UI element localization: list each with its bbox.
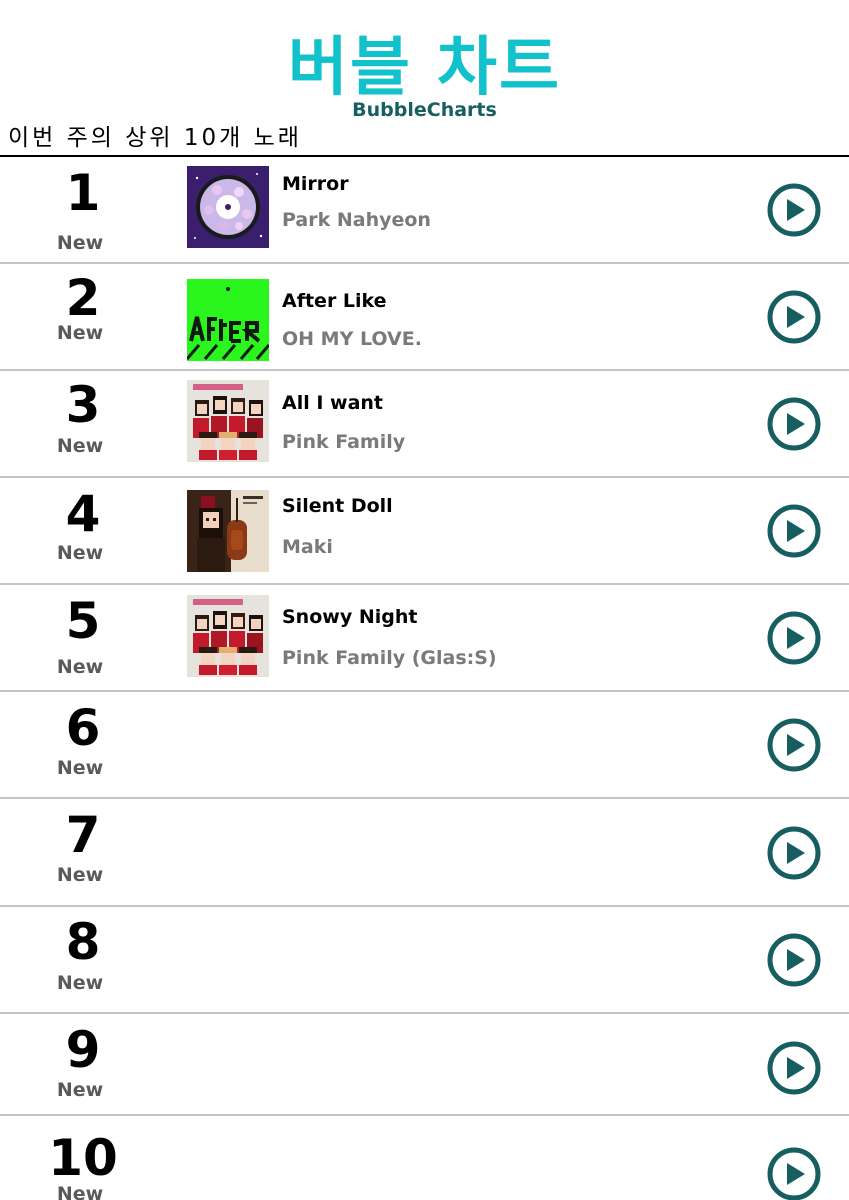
new-badge: New [56,656,104,678]
song-title[interactable]: After Like [282,289,387,313]
chart-row[interactable]: 10 New [0,1116,849,1200]
new-badge: New [56,322,104,344]
chart-row[interactable]: 8 New [0,907,849,1014]
record-disc-art [187,166,269,248]
play-button[interactable] [766,825,822,881]
play-circle-icon [767,504,821,558]
rank-number: 5 [65,592,101,650]
chart-row[interactable]: 5 New Snowy Night Pink Family (Glas:S) [0,585,849,692]
rank-number: 9 [65,1021,101,1079]
rank-number: 6 [65,699,101,757]
play-button[interactable] [766,182,822,238]
new-badge: New [56,1183,104,1200]
play-button[interactable] [766,717,822,773]
new-badge: New [56,757,104,779]
play-button[interactable] [766,1040,822,1096]
logo-subtitle: BubbleCharts [352,99,497,121]
album-cover[interactable] [187,380,269,462]
play-button[interactable] [766,932,822,988]
play-circle-icon [767,1147,821,1200]
new-badge: New [56,232,104,254]
play-circle-icon [767,183,821,237]
new-badge: New [56,972,104,994]
chart-row[interactable]: 6 New [0,692,849,799]
artist-name: Pink Family [282,431,406,453]
play-circle-icon [767,826,821,880]
play-button[interactable] [766,1146,822,1200]
rank-number: 4 [65,485,101,543]
new-badge: New [56,542,104,564]
play-button[interactable] [766,289,822,345]
new-badge: New [56,864,104,886]
play-circle-icon [767,933,821,987]
song-title[interactable]: Snowy Night [282,605,417,629]
pixel-group-christmas-art [187,380,269,462]
rank-number: 1 [65,164,101,222]
play-button[interactable] [766,396,822,452]
play-circle-icon [767,397,821,451]
rank-number: 2 [65,269,101,327]
rank-number: 7 [65,806,101,864]
chart-row[interactable]: 7 New [0,799,849,907]
artist-name: Pink Family (Glas:S) [282,647,497,669]
new-badge: New [56,435,104,457]
song-title[interactable]: Silent Doll [282,494,393,518]
play-circle-icon [767,1041,821,1095]
chart-header: 버블 차트 BubbleCharts 이번 주의 상위 10개 노래 [0,0,849,160]
play-button[interactable] [766,503,822,559]
play-circle-icon [767,290,821,344]
section-title: 이번 주의 상위 10개 노래 [8,125,302,151]
rank-number: 8 [65,913,101,971]
pixel-group-christmas-art [187,595,269,677]
artist-name: Park Nahyeon [282,209,431,231]
song-title[interactable]: Mirror [282,172,349,196]
chart-row[interactable]: 4 New Silent Doll Maki [0,478,849,585]
rank-number: 3 [65,376,101,434]
new-badge: New [56,1079,104,1101]
album-cover[interactable] [187,595,269,677]
song-title[interactable]: All I want [282,391,383,415]
artist-name: OH MY LOVE. [282,328,422,350]
chart-row[interactable]: 3 New All I want Pink Family [0,371,849,478]
chart-row[interactable]: 9 New [0,1014,849,1116]
chart-row[interactable]: 1 New Mirror Park Nahyeon [0,157,849,264]
play-circle-icon [767,611,821,665]
pixel-cello-doll-art [187,490,269,572]
album-cover[interactable] [187,279,269,361]
green-lettering-art [187,279,269,361]
play-button[interactable] [766,610,822,666]
chart-row[interactable]: 2 New After Like OH MY LOVE. [0,264,849,371]
album-cover[interactable] [187,166,269,248]
play-circle-icon [767,718,821,772]
artist-name: Maki [282,536,333,558]
album-cover[interactable] [187,490,269,572]
rank-number: 10 [48,1129,118,1187]
